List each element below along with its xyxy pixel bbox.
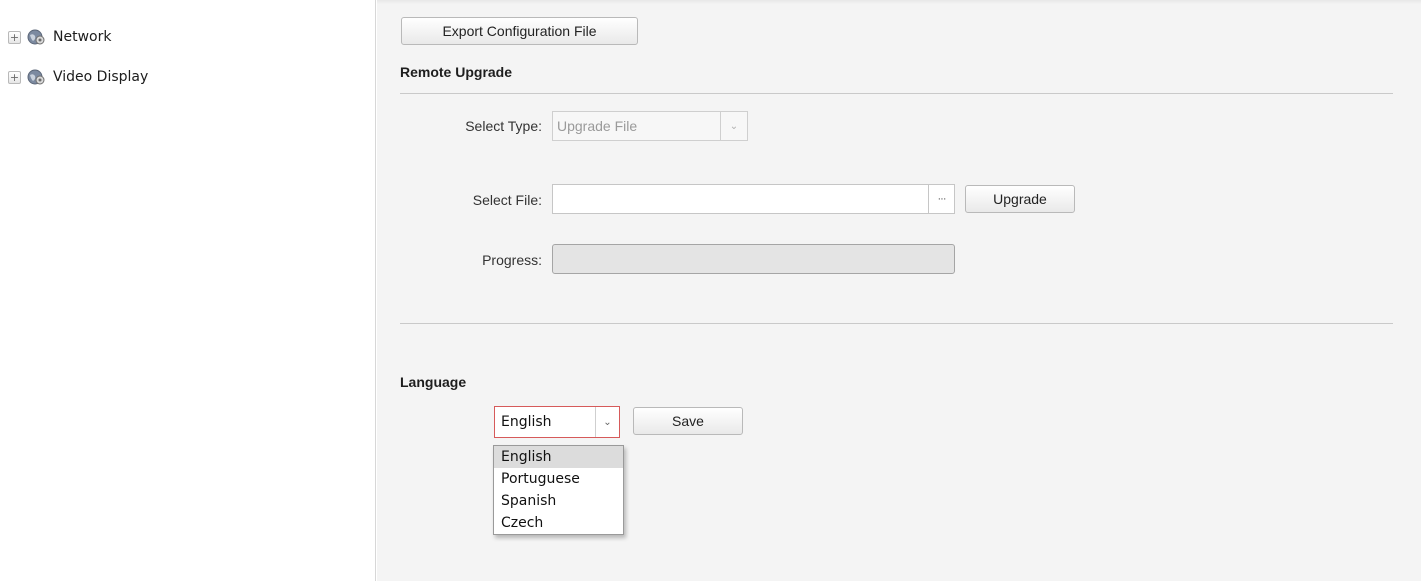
upgrade-progress-bar — [552, 244, 955, 274]
expand-icon[interactable]: + — [8, 30, 21, 44]
browse-file-button[interactable]: ··· — [929, 184, 955, 214]
globe-gear-icon — [27, 29, 45, 45]
upgrade-button[interactable]: Upgrade — [965, 185, 1075, 213]
chevron-down-icon: ⌄ — [720, 112, 747, 140]
language-select[interactable]: English ⌄ — [494, 406, 620, 438]
panel-top-shadow — [377, 0, 1421, 4]
sidebar: + Network + Video Display — [0, 0, 376, 581]
section-divider — [400, 323, 1393, 324]
tree-item-label: Network — [53, 29, 112, 45]
select-type-dropdown: Upgrade File ⌄ — [552, 111, 748, 141]
language-selected-value: English — [501, 414, 552, 430]
tree-item-network[interactable]: + Network — [8, 27, 111, 47]
settings-panel: Export Configuration File Remote Upgrade… — [377, 0, 1421, 581]
language-option[interactable]: Spanish — [494, 490, 623, 512]
progress-label: Progress: — [482, 252, 542, 268]
globe-gear-icon — [27, 69, 45, 85]
chevron-down-icon[interactable]: ⌄ — [595, 407, 619, 437]
tree-item-label: Video Display — [53, 69, 149, 85]
language-option[interactable]: Portuguese — [494, 468, 623, 490]
language-dropdown-list: English Portuguese Spanish Czech — [493, 445, 624, 535]
select-file-input[interactable] — [552, 184, 929, 214]
save-button[interactable]: Save — [633, 407, 743, 435]
expand-icon[interactable]: + — [8, 70, 21, 84]
select-file-label: Select File: — [472, 192, 542, 208]
language-option[interactable]: English — [494, 446, 623, 468]
export-config-button[interactable]: Export Configuration File — [401, 17, 638, 45]
select-type-value: Upgrade File — [557, 118, 638, 134]
tree-item-video-display[interactable]: + Video Display — [8, 67, 148, 87]
language-option[interactable]: Czech — [494, 512, 623, 534]
section-divider — [400, 93, 1393, 94]
remote-upgrade-title: Remote Upgrade — [400, 64, 513, 80]
select-type-label: Select Type: — [465, 118, 542, 134]
language-title: Language — [400, 374, 467, 390]
